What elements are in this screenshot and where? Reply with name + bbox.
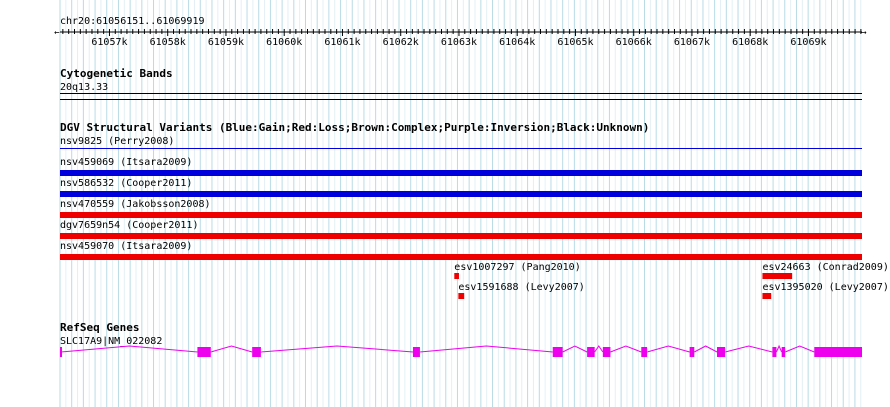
ruler[interactable]: chr20:61056151..61069919 ← → 61057k 61058… [54, 16, 867, 48]
gene-exon[interactable] [689, 347, 695, 357]
gene-exon[interactable] [412, 347, 420, 357]
refseq-track[interactable]: RefSeq Genes SLC17A9|NM_022082 [60, 321, 862, 357]
dgv-feature-bar[interactable] [458, 293, 465, 299]
gene-model[interactable] [60, 344, 862, 357]
gene-introns [61, 344, 815, 353]
ruler-tick-label: 61058k [150, 37, 186, 48]
dgv-feature-bar[interactable] [454, 273, 459, 279]
dgv-feature-bar[interactable] [762, 273, 793, 279]
dgv-feature-label: esv24663 (Conrad2009) [762, 262, 888, 273]
gene-label: SLC17A9|NM_022082 [60, 336, 162, 347]
dgv-feature-label: esv1591688 (Levy2007) [458, 282, 584, 293]
gene-exon[interactable] [717, 347, 726, 357]
gene-exon[interactable] [252, 347, 261, 357]
gene-exon[interactable] [781, 347, 786, 357]
dgv-feature-label: nsv9825 (Perry2008) [60, 136, 174, 147]
genome-browser: chr20:61056151..61069919 ← → 61057k 61058… [0, 0, 890, 407]
gene-exon[interactable] [587, 347, 595, 357]
ruler-tick-label: 61061k [324, 37, 360, 48]
dgv-feature-bar[interactable] [60, 254, 862, 260]
gene-exon[interactable] [60, 347, 62, 357]
ruler-tick-label: 61064k [499, 37, 535, 48]
dgv-track-title: DGV Structural Variants (Blue:Gain;Red:L… [60, 121, 649, 134]
gene-exon[interactable] [552, 347, 563, 357]
cytoband-track-title: Cytogenetic Bands [60, 67, 173, 80]
dgv-feature-nsv586532[interactable]: nsv586532 (Cooper2011) [60, 178, 862, 197]
dgv-feature-dgv7659n54[interactable]: dgv7659n54 (Cooper2011) [60, 220, 862, 239]
gene-exon[interactable] [602, 347, 611, 357]
cytoband-track[interactable]: Cytogenetic Bands 20q13.33 [60, 67, 862, 100]
dgv-features[interactable]: nsv9825 (Perry2008) nsv459069 (Itsara2009… [60, 136, 862, 260]
ruler-tick-label: 61069k [790, 37, 826, 48]
dgv-feature-label: nsv459069 (Itsara2009) [60, 157, 192, 168]
ruler-tick-label: 61057k [91, 37, 127, 48]
dgv-feature-nsv459069[interactable]: nsv459069 (Itsara2009) [60, 157, 862, 176]
track-canvas: chr20:61056151..61069919 ← → 61057k 61058… [54, 0, 889, 407]
ruler-tick-label: 61060k [266, 37, 302, 48]
dgv-feature-bar[interactable] [762, 293, 772, 299]
cytoband-label: 20q13.33 [60, 82, 108, 93]
dgv-feature-bar[interactable] [60, 170, 862, 176]
ruler-tick-label: 61059k [208, 37, 244, 48]
dgv-feature-label: nsv459070 (Itsara2009) [60, 241, 192, 252]
ruler-tick-label: 61062k [383, 37, 419, 48]
location-label: chr20:61056151..61069919 [60, 16, 205, 27]
gene-exon[interactable] [772, 347, 777, 357]
dgv-feature-bar[interactable] [60, 191, 862, 197]
ruler-tick-label: 61063k [441, 37, 477, 48]
dgv-feature-label: esv1395020 (Levy2007) [762, 282, 888, 293]
ruler-tick-label: 61068k [732, 37, 768, 48]
gene-exon[interactable] [197, 347, 211, 357]
dgv-feature-nsv9825[interactable]: nsv9825 (Perry2008) [60, 136, 862, 149]
dgv-feature-nsv459070[interactable]: nsv459070 (Itsara2009) [60, 241, 862, 260]
dgv-feature-label: dgv7659n54 (Cooper2011) [60, 220, 198, 231]
dgv-feature-bar[interactable] [60, 212, 862, 218]
dgv-feature-label: nsv586532 (Cooper2011) [60, 178, 192, 189]
dgv-feature-label: nsv470559 (Jakobsson2008) [60, 199, 211, 210]
gene-exon[interactable] [814, 347, 862, 357]
dgv-feature-label: esv1007297 (Pang2010) [454, 262, 580, 273]
ruler-left-arrow-icon: ← [54, 28, 60, 38]
ruler-tick-label: 61065k [557, 37, 593, 48]
gene-exon[interactable] [641, 347, 648, 357]
dgv-feature-nsv470559[interactable]: nsv470559 (Jakobsson2008) [60, 199, 862, 218]
dgv-track[interactable]: DGV Structural Variants (Blue:Gain;Red:L… [60, 121, 889, 299]
dgv-feature-bar[interactable] [60, 233, 862, 239]
ruler-tick-label: 61067k [674, 37, 710, 48]
ruler-tick-label: 61066k [616, 37, 652, 48]
dgv-feature-esv1007297[interactable]: esv1007297 (Pang2010) [454, 262, 581, 279]
dgv-small-features[interactable]: esv1007297 (Pang2010) esv1591688 (Levy200… [454, 262, 889, 299]
ruler-right-arrow-icon: → [861, 28, 867, 38]
refseq-track-title: RefSeq Genes [60, 321, 139, 334]
